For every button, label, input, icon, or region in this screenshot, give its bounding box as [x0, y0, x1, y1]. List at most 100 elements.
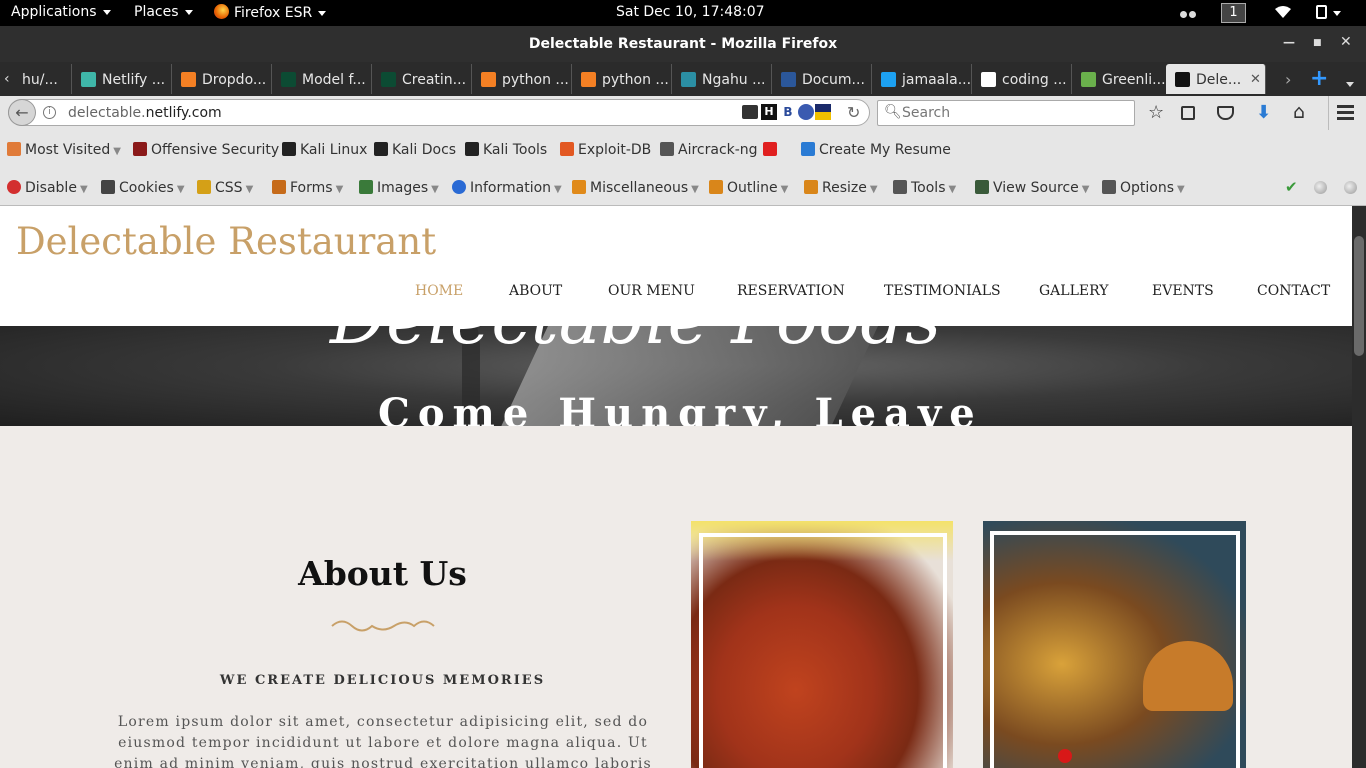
fries-burger-image	[983, 521, 1246, 768]
source-icon	[975, 180, 989, 194]
site-brand[interactable]: Delectable Restaurant	[16, 220, 436, 263]
browser-tab[interactable]: Model f...	[272, 64, 372, 94]
browser-tab[interactable]: Creatin...	[372, 64, 472, 94]
close-tab-button[interactable]: ✕	[1250, 72, 1261, 87]
search-box[interactable]: 🔍︎ Search	[877, 100, 1135, 126]
tab-list-button[interactable]	[1346, 74, 1354, 93]
status-circle-icon[interactable]	[1314, 181, 1327, 194]
django-icon	[381, 72, 396, 87]
webdev-label: Forms	[290, 180, 333, 196]
page-scrollbar[interactable]	[1352, 206, 1366, 768]
webdev-menu-options[interactable]: Options ▼	[1102, 180, 1185, 196]
flag-icon[interactable]	[815, 104, 831, 120]
hamburger-menu-icon[interactable]	[1337, 105, 1354, 108]
browser-tab[interactable]: jamaala...	[872, 64, 972, 94]
browser-tab[interactable]: Netlify ...	[72, 64, 172, 94]
bookmark-item[interactable]: Kali Tools	[465, 142, 547, 158]
downloads-icon[interactable]: ⬇	[1256, 102, 1271, 123]
url-bar[interactable]: ← i delectable.netlify.com H B ↻	[8, 99, 870, 126]
r-icon	[681, 72, 696, 87]
scrollbar-thumb[interactable]	[1354, 236, 1364, 356]
maximize-button[interactable]: ■	[1313, 38, 1322, 48]
reader-list-icon[interactable]	[1181, 106, 1195, 120]
browser-tab[interactable]: coding ...	[972, 64, 1072, 94]
bookmark-item[interactable]: Offensive Security	[133, 142, 279, 158]
site-nav-testimonials[interactable]: TESTIMONIALS	[884, 283, 1001, 299]
site-nav-our-menu[interactable]: OUR MENU	[608, 283, 695, 299]
bookmark-item[interactable]: Most Visited ▼	[7, 142, 121, 158]
h-extension-icon[interactable]: H	[761, 104, 777, 120]
dropdown-arrow-icon: ▼	[113, 146, 121, 157]
browser-tab[interactable]: Ngahu ...	[672, 64, 772, 94]
browser-tab[interactable]: Dropdo...	[172, 64, 272, 94]
bookmark-item[interactable]	[763, 142, 781, 158]
site-nav-reservation[interactable]: RESERVATION	[737, 283, 845, 299]
bookmark-label: Kali Tools	[483, 142, 548, 158]
system-menu[interactable]	[1316, 5, 1341, 21]
site-nav-about[interactable]: ABOUT	[509, 283, 562, 299]
home-icon[interactable]: ⌂	[1293, 101, 1305, 123]
bookmark-label: Kali Linux	[300, 142, 368, 158]
people-icon[interactable]	[1180, 6, 1196, 22]
dropdown-arrow-icon: ▼	[691, 184, 699, 195]
webdev-menu-css[interactable]: CSS ▼	[197, 180, 253, 196]
browser-tab[interactable]: Greenli...	[1072, 64, 1172, 94]
tab-label: Dropdo...	[202, 72, 267, 88]
bookmark-star-icon[interactable]: ☆	[1148, 102, 1164, 123]
about-text: Lorem ipsum dolor sit amet, consectetur …	[114, 714, 652, 768]
b-extension-icon[interactable]: B	[780, 104, 796, 120]
pocket-icon[interactable]	[1217, 106, 1234, 120]
close-window-button[interactable]: ✕	[1340, 34, 1352, 50]
webdev-menu-resize[interactable]: Resize ▼	[804, 180, 878, 196]
applications-menu[interactable]: Applications	[11, 4, 111, 20]
workspace-indicator[interactable]: 1	[1221, 3, 1246, 23]
bookmark-item[interactable]: Create My Resume	[801, 142, 951, 158]
checkmark-icon[interactable]: ✔	[1285, 178, 1298, 196]
scroll-tabs-left-button[interactable]: ‹	[4, 71, 10, 87]
scroll-tabs-right-button[interactable]: ›	[1285, 70, 1291, 89]
site-nav-events[interactable]: EVENTS	[1152, 283, 1214, 299]
clock[interactable]: Sat Dec 10, 17:48:07	[616, 4, 765, 20]
webdev-menu-tools[interactable]: Tools ▼	[893, 180, 956, 196]
places-menu[interactable]: Places	[134, 4, 193, 20]
webdev-menu-cookies[interactable]: Cookies ▼	[101, 180, 185, 196]
webdev-menu-disable[interactable]: Disable ▼	[7, 180, 88, 196]
cookie-icon	[101, 180, 115, 194]
reload-icon[interactable]: ↻	[847, 103, 860, 122]
moon-icon[interactable]	[798, 104, 814, 120]
stackoverflow-icon	[181, 72, 196, 87]
search-icon: 🔍︎	[884, 104, 902, 120]
info-icon[interactable]: i	[43, 106, 56, 119]
stackoverflow-icon	[481, 72, 496, 87]
site-nav-contact[interactable]: CONTACT	[1257, 283, 1330, 299]
site-nav-home[interactable]: HOME	[415, 283, 463, 299]
webdev-menu-outline[interactable]: Outline ▼	[709, 180, 788, 196]
browser-tab[interactable]: python ...	[472, 64, 572, 94]
webdev-menu-forms[interactable]: Forms ▼	[272, 180, 343, 196]
back-arrow-icon[interactable]: ←	[8, 99, 36, 126]
hero-script-text: Delectable Foods	[330, 326, 941, 360]
minimize-button[interactable]: —	[1283, 35, 1295, 49]
webdev-label: Tools	[911, 180, 946, 196]
bookmark-item[interactable]: Kali Docs	[374, 142, 456, 158]
status-circle-icon[interactable]	[1344, 181, 1357, 194]
screen-icon[interactable]	[742, 105, 758, 119]
webdev-menu-view-source[interactable]: View Source ▼	[975, 180, 1089, 196]
netlify-icon	[81, 72, 96, 87]
browser-tab[interactable]: python ...	[572, 64, 672, 94]
webdev-menu-miscellaneous[interactable]: Miscellaneous ▼	[572, 180, 699, 196]
firefox-app-menu[interactable]: Firefox ESR	[214, 4, 327, 21]
site-nav-gallery[interactable]: GALLERY	[1039, 283, 1108, 299]
bookmark-item[interactable]: Kali Linux	[282, 142, 367, 158]
new-tab-button[interactable]: +	[1310, 66, 1328, 91]
webdev-menu-information[interactable]: Information ▼	[452, 180, 562, 196]
browser-tab[interactable]: hu/...	[22, 64, 72, 94]
webdev-menu-images[interactable]: Images ▼	[359, 180, 439, 196]
wifi-icon[interactable]	[1275, 5, 1291, 23]
browser-tab[interactable]: Docum...	[772, 64, 872, 94]
firefox-label: Firefox ESR	[234, 5, 313, 21]
bookmark-label: Exploit-DB	[578, 142, 652, 158]
bookmark-item[interactable]: Exploit-DB	[560, 142, 651, 158]
options-icon	[1102, 180, 1116, 194]
bookmark-item[interactable]: Aircrack-ng	[660, 142, 758, 158]
